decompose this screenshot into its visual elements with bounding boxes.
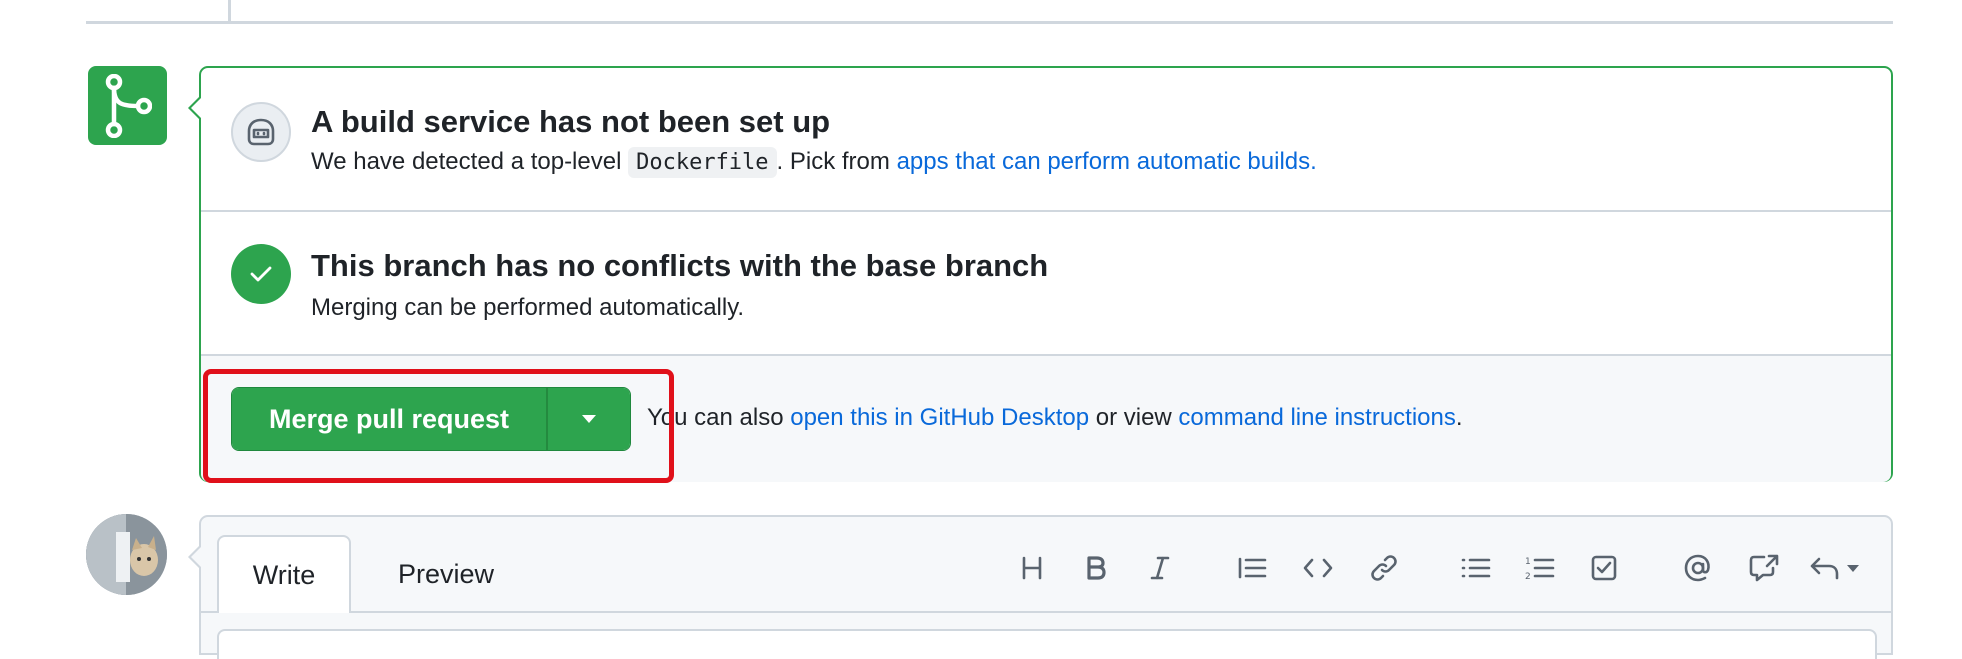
alt-suffix: . — [1455, 404, 1463, 431]
alt-middle: or view — [1089, 404, 1179, 431]
merge-method-dropdown[interactable] — [548, 388, 630, 450]
alt-prefix: You can also — [647, 404, 791, 431]
merge-pull-request-button[interactable]: Merge pull request — [232, 388, 548, 450]
merge-button-group: Merge pull request — [231, 387, 631, 451]
github-desktop-link[interactable]: open this in GitHub Desktop — [790, 404, 1089, 431]
svg-text:2: 2 — [1525, 572, 1531, 581]
heading-icon[interactable] — [1009, 545, 1055, 591]
cross-reference-icon[interactable] — [1741, 545, 1787, 591]
tab-preview[interactable]: Preview — [361, 535, 531, 613]
dockerfile-code: Dockerfile — [628, 147, 777, 178]
robot-icon — [231, 102, 291, 162]
build-service-desc-prefix: We have detected a top-level — [311, 148, 629, 175]
conflicts-section: This branch has no conflicts with the ba… — [201, 212, 1891, 356]
tab-write[interactable]: Write — [217, 535, 351, 613]
italic-icon[interactable] — [1137, 545, 1183, 591]
ordered-list-icon[interactable]: 12 — [1517, 545, 1563, 591]
check-icon — [231, 244, 291, 304]
code-icon[interactable] — [1295, 545, 1341, 591]
merge-box: A build service has not been set up We h… — [188, 66, 1893, 482]
command-line-instructions-link[interactable]: command line instructions — [1178, 404, 1455, 431]
quote-icon[interactable] — [1229, 545, 1275, 591]
svg-text:1: 1 — [1525, 557, 1531, 567]
merge-action-section: Merge pull request You can also open thi… — [201, 356, 1891, 482]
build-service-description: We have detected a top-level Dockerfile.… — [311, 147, 1317, 178]
saved-replies-icon[interactable] — [1805, 545, 1869, 591]
timeline-line — [228, 0, 231, 22]
build-service-desc-middle: . Pick from — [776, 148, 897, 175]
mention-icon[interactable] — [1675, 545, 1721, 591]
bold-icon[interactable] — [1073, 545, 1119, 591]
timeline-divider — [86, 21, 1893, 24]
build-service-title: A build service has not been set up — [311, 104, 831, 139]
triangle-down-icon — [582, 415, 596, 423]
conflicts-title: This branch has no conflicts with the ba… — [311, 248, 1049, 283]
merge-alternatives-text: You can also open this in GitHub Desktop… — [647, 404, 1463, 432]
conflicts-description: Merging can be performed automatically. — [311, 294, 745, 321]
avatar[interactable] — [86, 514, 167, 595]
task-list-icon[interactable] — [1581, 545, 1627, 591]
automatic-builds-link[interactable]: apps that can perform automatic builds. — [897, 148, 1317, 175]
unordered-list-icon[interactable] — [1453, 545, 1499, 591]
comment-box: Write Preview 12 — [188, 515, 1893, 659]
git-merge-icon — [88, 66, 167, 145]
link-icon[interactable] — [1361, 545, 1407, 591]
build-service-section: A build service has not been set up We h… — [201, 68, 1891, 212]
